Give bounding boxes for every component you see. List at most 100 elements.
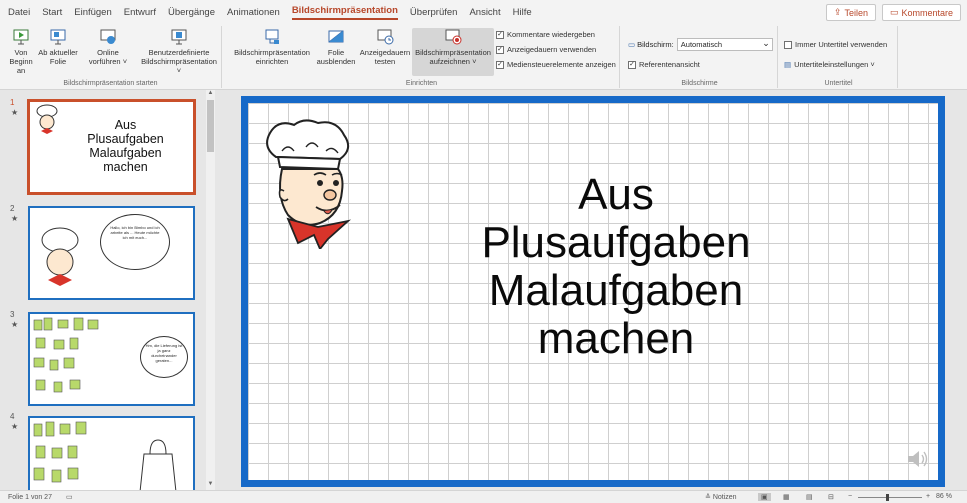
scroll-down-icon[interactable]: ▼ — [206, 481, 215, 490]
group-monitors: ▭ Bildschirm: Automatisch ✓Referentenans… — [622, 26, 778, 88]
group-label-monitors: Bildschirme — [681, 80, 718, 87]
tab-entwurf[interactable]: Entwurf — [124, 7, 156, 18]
present-online-button[interactable]: Online vorführen ˅ — [86, 28, 130, 66]
zoom-slider[interactable] — [858, 497, 922, 498]
subtitle-icon: ▤ — [784, 60, 792, 69]
slide-title[interactable]: Aus Plusaufgaben Malaufgaben machen — [396, 171, 836, 363]
share-label: Teilen — [844, 7, 868, 18]
animation-star-icon: ★ — [11, 422, 19, 431]
slide-thumbnail-3[interactable]: Hm, die Lieferung ist ja ganz durcheinan… — [28, 312, 195, 406]
record-show-label: Bildschirmpräsentation aufzeichnen ˅ — [415, 48, 491, 66]
checkbox-checked: ✓ — [496, 30, 504, 39]
tab-start[interactable]: Start — [42, 7, 62, 18]
speech-bubble: Hallo, ich bin Bimbo und ich arbeite als… — [100, 214, 170, 270]
tab-bildschirmpraesentation[interactable]: Bildschirmpräsentation — [291, 5, 398, 20]
checkbox-checked: ✓ — [496, 45, 504, 54]
group-start-show: Von Beginn an Ab aktueller Folie Online … — [0, 26, 222, 88]
animation-star-icon: ★ — [11, 108, 19, 117]
boxes-illustration — [33, 421, 87, 483]
use-timings-checkbox[interactable]: ✓ Anzeigedauern verwenden — [496, 45, 596, 54]
record-show-button[interactable]: Bildschirmpräsentation aufzeichnen ˅ — [412, 28, 494, 76]
group-label-setup: Einrichten — [405, 80, 438, 87]
present-online-label: Online vorführen ˅ — [88, 48, 128, 66]
from-beginning-button[interactable]: Von Beginn an — [6, 28, 36, 75]
monitor-value[interactable]: Automatisch — [676, 37, 773, 51]
slide-thumbnail-pane: 1 ★ Aus Plusaufgaben Malaufgaben machen … — [0, 90, 218, 490]
current-slide[interactable]: Aus Plusaufgaben Malaufgaben machen — [241, 96, 945, 487]
slide-thumbnail-1[interactable]: Aus Plusaufgaben Malaufgaben machen — [28, 100, 195, 194]
tab-datei[interactable]: Datei — [8, 7, 30, 18]
share-button[interactable]: ⇪ Teilen — [825, 4, 876, 21]
subtitle-settings-button[interactable]: ▤ Untertiteleinstellungen ˅ — [784, 60, 875, 69]
rehearse-timings-label: Anzeigedauern testen — [359, 48, 411, 66]
thumbnail-scrollbar[interactable]: ▲ ▼ — [206, 90, 215, 490]
thumb-number: 2 — [10, 204, 15, 213]
group-captions: Immer Untertitel verwenden ▤ Untertitelei… — [780, 26, 898, 88]
from-current-label: Ab aktueller Folie — [38, 48, 78, 66]
animation-star-icon: ★ — [11, 320, 19, 329]
slide-sorter-icon[interactable]: ▦ — [783, 493, 790, 501]
setup-show-icon — [265, 29, 279, 44]
record-icon — [445, 29, 462, 45]
play-narrations-label: Kommentare wiedergeben — [507, 30, 595, 39]
comment-icon: ▭ — [889, 7, 899, 17]
presenter-view-checkbox[interactable]: ✓ Referentenansicht — [628, 60, 700, 69]
scrollbar-thumb[interactable] — [207, 100, 214, 152]
rehearse-timings-icon — [377, 29, 394, 45]
accessibility-icon[interactable]: ▭ — [66, 493, 73, 501]
notes-icon: ≙ — [705, 494, 711, 501]
slide-thumbnail-2[interactable]: Hallo, ich bin Bimbo und ich arbeite als… — [28, 206, 195, 300]
play-from-start-icon — [13, 29, 29, 45]
thumb-number: 4 — [10, 412, 15, 421]
checkbox-checked: ✓ — [496, 60, 504, 69]
zoom-in-icon[interactable]: + — [926, 493, 930, 500]
notes-label: Notizen — [712, 494, 737, 501]
tab-hilfe[interactable]: Hilfe — [513, 7, 532, 18]
tab-einfuegen[interactable]: Einfügen — [74, 7, 112, 18]
custom-show-button[interactable]: Benutzerdefinierte Bildschirmpräsentatio… — [138, 28, 220, 75]
thumb-number: 3 — [10, 310, 15, 319]
shopping-bag-icon — [139, 439, 177, 490]
animation-star-icon: ★ — [11, 214, 19, 223]
monitor-icon: ▭ — [628, 40, 636, 49]
always-subtitles-checkbox[interactable]: Immer Untertitel verwenden — [784, 40, 887, 49]
group-label-start: Bildschirmpräsentation starten — [63, 80, 158, 87]
play-narrations-checkbox[interactable]: ✓ Kommentare wiedergeben — [496, 30, 595, 39]
present-online-icon — [100, 29, 116, 44]
chef-icon — [266, 119, 352, 249]
notes-button[interactable]: ≙ Notizen — [705, 493, 737, 501]
normal-view-icon[interactable]: ▣ — [758, 493, 771, 501]
custom-show-label: Benutzerdefinierte Bildschirmpräsentatio… — [141, 48, 217, 75]
tab-animationen[interactable]: Animationen — [227, 7, 280, 18]
reading-view-icon[interactable]: ▤ — [806, 493, 813, 501]
play-current-icon — [50, 29, 66, 45]
scroll-up-icon[interactable]: ▲ — [206, 90, 215, 99]
comments-button[interactable]: ▭ Kommentare — [881, 4, 961, 21]
slide-thumbnail-4[interactable] — [28, 416, 195, 490]
tab-uebergaenge[interactable]: Übergänge — [168, 7, 215, 18]
chef-icon — [41, 227, 79, 286]
zoom-level[interactable]: 86 % — [936, 493, 952, 500]
tab-ansicht[interactable]: Ansicht — [469, 7, 500, 18]
boxes-illustration — [33, 317, 99, 393]
show-media-controls-checkbox[interactable]: ✓ Mediensteuerelemente anzeigen — [496, 60, 616, 69]
setup-show-button[interactable]: Bildschirmpräsentation einrichten — [230, 28, 314, 66]
from-current-button[interactable]: Ab aktueller Folie — [38, 28, 78, 66]
speaker-icon[interactable] — [906, 448, 930, 470]
monitor-label: Bildschirm: — [637, 40, 674, 49]
zoom-slider-thumb[interactable] — [886, 494, 889, 501]
hide-slide-button[interactable]: Folie ausblenden — [316, 28, 356, 66]
comments-label: Kommentare — [901, 7, 953, 18]
menu-bar: Datei Start Einfügen Entwurf Übergänge A… — [0, 0, 967, 24]
zoom-out-icon[interactable]: − — [848, 493, 852, 500]
show-media-label: Mediensteuerelemente anzeigen — [507, 60, 616, 69]
monitor-select[interactable]: ▭ Bildschirm: Automatisch — [628, 37, 773, 51]
rehearse-timings-button[interactable]: Anzeigedauern testen — [358, 28, 412, 66]
slide-editor: Aus Plusaufgaben Malaufgaben machen — [218, 90, 967, 490]
tab-ueberpruefen[interactable]: Überprüfen — [410, 7, 458, 18]
group-setup: Bildschirmpräsentation einrichten Folie … — [224, 26, 620, 88]
slideshow-view-icon[interactable]: ⊟ — [828, 493, 834, 501]
setup-show-label: Bildschirmpräsentation einrichten — [234, 48, 310, 66]
subtitle-settings-label: Untertiteleinstellungen ˅ — [794, 60, 875, 69]
ribbon: Von Beginn an Ab aktueller Folie Online … — [0, 24, 967, 90]
